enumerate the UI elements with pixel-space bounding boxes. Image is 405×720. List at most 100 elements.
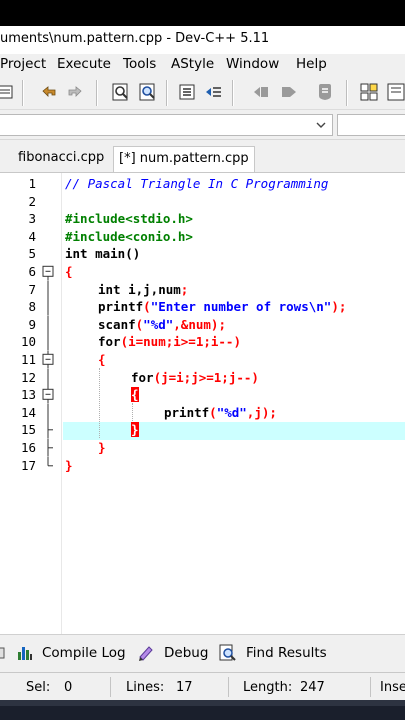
toolbar	[0, 76, 405, 110]
comment-text: // Pascal Triangle In C Programming	[65, 176, 329, 191]
active-line-highlight	[63, 422, 405, 440]
fold-line	[47, 368, 49, 387]
insert-mode: Inse	[380, 680, 405, 695]
tab-find-results[interactable]: Find Results	[246, 645, 327, 661]
operator-text: ,j	[246, 404, 262, 420]
code-line-7: int i,j,num;	[98, 281, 188, 299]
keyword-text: for	[98, 334, 121, 350]
line-number: 15	[20, 422, 36, 438]
operator-text: ,&num	[173, 316, 211, 332]
menu-bar: Project Execute Tools AStyle Window Help	[0, 54, 405, 76]
save-all-icon[interactable]	[0, 81, 16, 103]
brace-text: {	[65, 264, 73, 279]
code-text: int main()	[65, 246, 141, 262]
length-label: Length:	[243, 680, 293, 695]
code-line-15: }	[131, 421, 139, 439]
line-number: 4	[28, 228, 36, 244]
fold-end-icon	[47, 439, 53, 457]
code-line-12: for(j=i;j>=1;j--)	[131, 369, 259, 387]
keyword-text: for	[131, 369, 154, 385]
fold-minus-icon[interactable]	[41, 351, 55, 369]
undo-icon[interactable]	[38, 81, 60, 103]
chevron-down-icon	[316, 122, 326, 128]
menu-project[interactable]: Project	[0, 56, 46, 72]
compiler-icon[interactable]	[0, 644, 8, 662]
editor-tabs: fibonacci.cpp [*] num.pattern.cpp	[0, 140, 405, 172]
code-editor[interactable]: 1 2 3 4 5 6 7 8 9 10 11 12 13 14 15 16 1…	[0, 172, 405, 635]
operator-text: (i=num;i>=1;i--)	[120, 334, 241, 350]
brace-text: }	[98, 440, 106, 455]
menu-help[interactable]: Help	[296, 56, 327, 72]
operator-text: );	[331, 299, 347, 315]
top-black-bar	[0, 0, 405, 26]
tab-compile-log[interactable]: Compile Log	[42, 645, 126, 661]
tab-fibonacci[interactable]: fibonacci.cpp	[13, 146, 109, 172]
fold-minus-icon[interactable]	[41, 386, 55, 404]
sel-value: 0	[64, 680, 73, 695]
find-icon[interactable]	[110, 81, 132, 103]
menu-astyle[interactable]: AStyle	[171, 56, 214, 72]
taskbar-edge	[0, 700, 405, 706]
line-number: 16	[20, 440, 36, 455]
line-number: 10	[20, 334, 36, 350]
tab-debug[interactable]: Debug	[164, 645, 208, 661]
code-line-17: }	[65, 457, 73, 475]
code-line-14: printf("%d",j);	[164, 404, 277, 422]
code-line-5: int main()	[65, 245, 140, 263]
code-line-6: {	[65, 263, 73, 281]
line-number: 5	[28, 246, 36, 262]
string-text: "%d"	[216, 404, 247, 420]
lines-label: Lines:	[126, 680, 165, 695]
fold-line	[47, 333, 49, 351]
bookmark-icon[interactable]	[278, 81, 300, 103]
matched-brace: {	[131, 387, 139, 403]
code-line-4: #include<conio.h>	[65, 228, 193, 246]
line-number: 9	[28, 316, 36, 332]
tab-label: [*] num.pattern.cpp	[119, 151, 249, 166]
line-number: 12	[20, 369, 36, 385]
fold-minus-icon[interactable]	[41, 263, 55, 281]
status-bar: Sel: 0 Lines: 17 Length: 247 Inse	[0, 672, 405, 700]
menu-window[interactable]: Window	[226, 56, 279, 72]
line-number: 17	[20, 457, 36, 473]
fold-end-icon	[47, 421, 53, 439]
preprocessor-text: #include<stdio.h>	[65, 211, 193, 227]
check-icon[interactable]	[385, 81, 405, 103]
code-line-3: #include<stdio.h>	[65, 210, 193, 228]
operator-text: );	[210, 316, 226, 332]
line-number: 1	[28, 176, 36, 191]
menu-execute[interactable]: Execute	[57, 56, 111, 72]
code-line-16: }	[98, 439, 106, 457]
menu-tools[interactable]: Tools	[123, 56, 156, 72]
fold-line	[47, 280, 49, 299]
title-bar: uments\num.pattern.cpp - Dev-C++ 5.11	[0, 26, 405, 54]
line-number: 3	[28, 211, 36, 227]
operator-text: (	[143, 299, 151, 315]
operator-text: (j=i;j>=1;j--)	[153, 369, 259, 385]
code-line-1: // Pascal Triangle In C Programming	[65, 175, 328, 193]
indent-icon[interactable]	[176, 81, 198, 103]
member-combo[interactable]	[337, 114, 405, 136]
code-line-11: {	[98, 351, 106, 369]
sel-label: Sel:	[26, 680, 51, 695]
toggle-breakpoint-icon[interactable]	[250, 81, 272, 103]
class-combo[interactable]	[0, 114, 333, 136]
length-value: 247	[300, 680, 325, 695]
new-class-icon[interactable]	[358, 81, 380, 103]
matched-brace: }	[131, 422, 139, 438]
tab-num-pattern[interactable]: [*] num.pattern.cpp	[113, 146, 255, 172]
indent-guide	[132, 403, 133, 421]
code-text: printf	[164, 404, 210, 420]
redo-icon[interactable]	[64, 81, 86, 103]
code-line-8: printf("Enter number of rows\n");	[98, 298, 346, 316]
goto-icon[interactable]	[314, 81, 336, 103]
replace-icon[interactable]	[137, 81, 159, 103]
window-title: uments\num.pattern.cpp - Dev-C++ 5.11	[0, 31, 270, 46]
operator-text: (	[209, 404, 217, 420]
lines-value: 17	[176, 680, 193, 695]
unindent-icon[interactable]	[203, 81, 225, 103]
line-number: 11	[20, 352, 36, 367]
line-number: 2	[28, 193, 36, 209]
code-text: i,j,num	[120, 281, 181, 297]
brace-text: {	[98, 352, 106, 367]
